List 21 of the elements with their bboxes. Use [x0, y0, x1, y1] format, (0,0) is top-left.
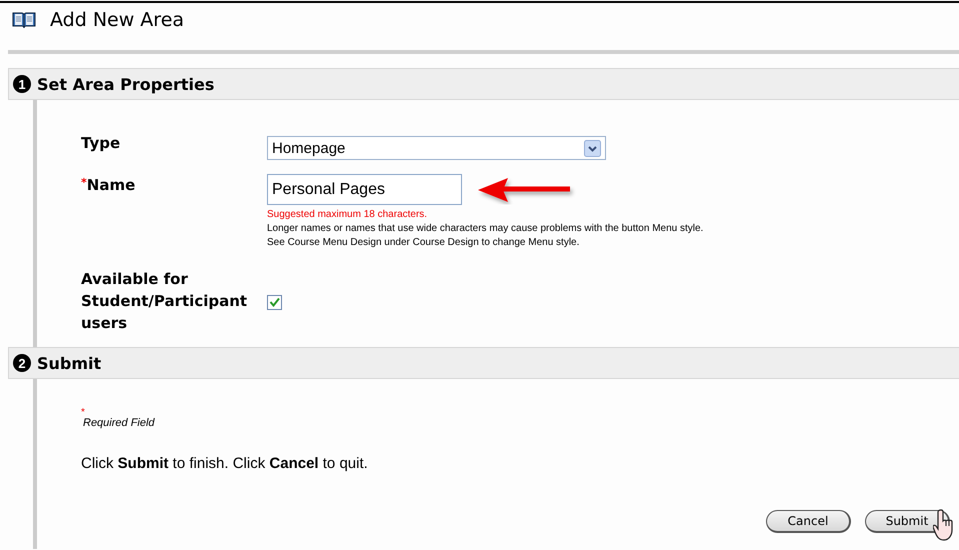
name-input-field[interactable]: Personal Pages	[267, 174, 462, 205]
page-title: Add New Area	[50, 8, 184, 30]
warning-text: Suggested maximum 18 characters.	[267, 209, 428, 220]
required-asterisk: *	[81, 176, 87, 189]
form-button[interactable]: Cancel	[766, 510, 851, 533]
field-label: Name	[86, 176, 136, 194]
step-number: 1	[13, 75, 31, 93]
section-title: Set Area Properties	[37, 74, 214, 94]
step-number: 2	[13, 354, 31, 372]
help-text: See Course Menu Design under Course Design to change Menu style.	[267, 237, 580, 248]
required-asterisk: *	[81, 409, 86, 417]
book-icon	[12, 10, 36, 30]
section-title: Submit	[37, 354, 102, 372]
instruction-text: Click Submit to finish. Click Cancel to quit.	[81, 455, 369, 472]
check-icon	[269, 297, 280, 307]
field-label: Type	[81, 134, 120, 152]
availability-checkbox[interactable]	[267, 294, 282, 310]
type-dropdown[interactable]: Homepage	[267, 136, 606, 160]
required-field-note: Required Field	[83, 417, 156, 429]
field-label: Available for Student/Participant users	[81, 270, 248, 332]
help-text: Longer names or names that use wide characters may cause problems with the button Menu style.	[267, 223, 704, 234]
